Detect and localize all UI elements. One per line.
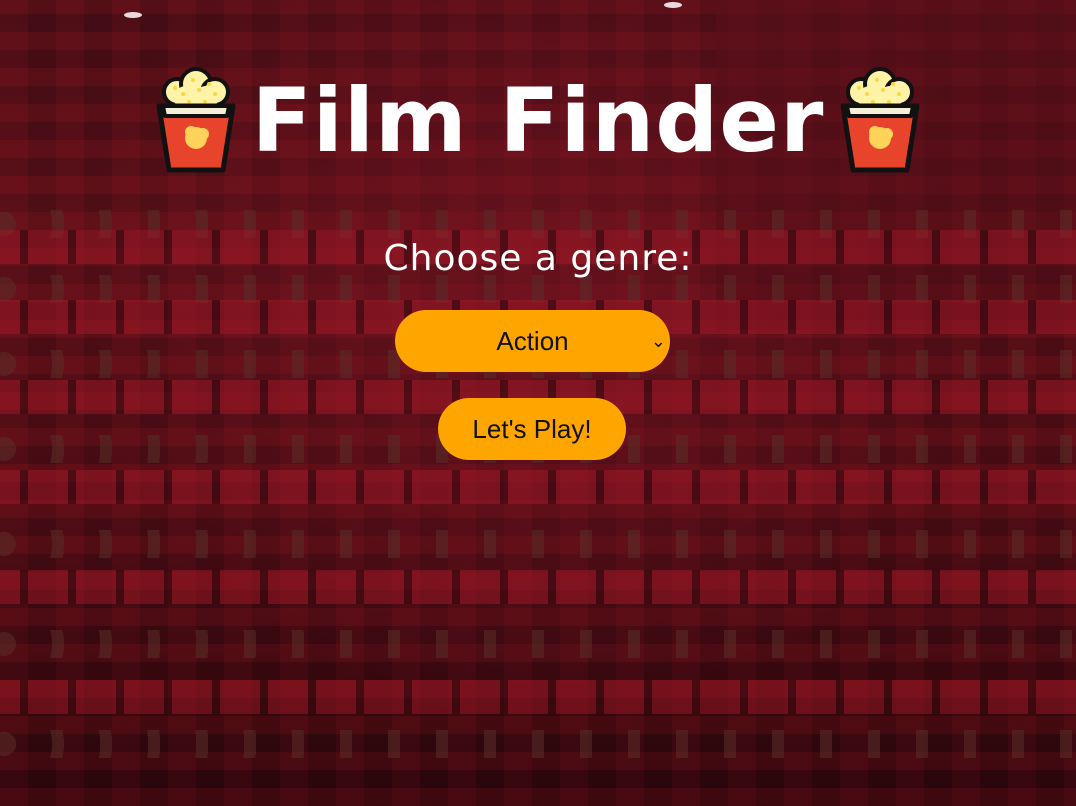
- page-title: Film Finder: [251, 69, 825, 172]
- genre-select[interactable]: Action ⌄: [395, 310, 670, 372]
- genre-label: Choose a genre:: [383, 238, 693, 279]
- popcorn-icon: [153, 66, 239, 176]
- genre-select-value: Action: [496, 326, 569, 356]
- popcorn-icon: [837, 66, 923, 176]
- page-content: Film Finder Choose a genre: Action ⌄ Let…: [0, 0, 1076, 806]
- header: Film Finder: [0, 66, 1076, 176]
- chevron-down-icon: ⌄: [650, 331, 666, 351]
- play-button[interactable]: Let's Play!: [438, 398, 626, 460]
